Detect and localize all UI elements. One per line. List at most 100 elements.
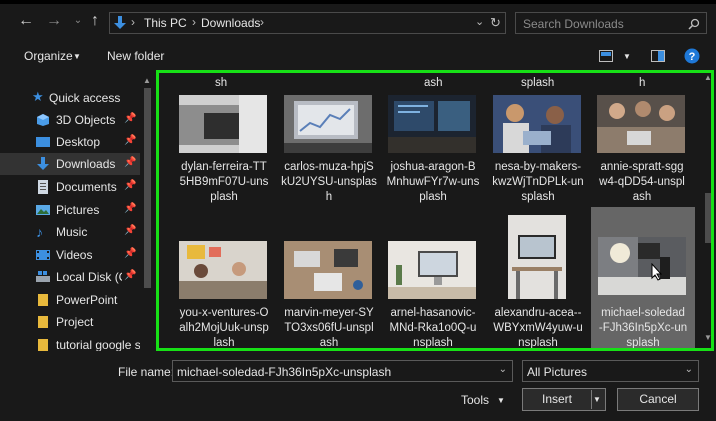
file-name-input[interactable]: michael-soledad-FJh36In5pXc-unsplash ⌄	[172, 360, 513, 382]
thumbnail	[493, 95, 581, 153]
file-item-selected[interactable]: michael-soledad -FJh36In5pXc-un splash	[591, 207, 695, 348]
star-icon: ★	[32, 89, 44, 104]
breadcrumb-downloads[interactable]: Downloads	[201, 16, 260, 30]
file-item[interactable]: alexandru-acea-- WBYxmW4yuw-u nsplash	[486, 215, 590, 348]
new-folder-button[interactable]: New folder	[107, 49, 164, 63]
sidebar-item-powerpoint[interactable]: PowerPoint	[0, 289, 140, 311]
address-bar[interactable]: › This PC › Downloads › ⌄ ↻	[109, 12, 506, 34]
file-name: joshua-aragon-B MnhuwFYr7w-uns plash	[386, 161, 480, 203]
file-name: nesa-by-makers-kwzWjTnDPLk-un splash	[492, 161, 584, 203]
navigation-bar: ← → ⌄ ↑ › This PC › Downloads › ⌄ ↻ Sear…	[0, 0, 716, 42]
file-name: alexandru-acea-- WBYxmW4yuw-u nsplash	[493, 307, 583, 349]
sidebar-item-3d-objects[interactable]: 3D Objects 📌	[0, 109, 140, 131]
sidebar-item-pictures[interactable]: Pictures 📌	[0, 199, 140, 221]
pin-icon: 📌	[124, 157, 137, 168]
thumbnail	[179, 95, 267, 153]
chevron-down-icon[interactable]: ⌄	[499, 364, 507, 375]
search-icon	[688, 18, 700, 30]
folder-icon	[38, 316, 48, 328]
pin-icon: 📌	[124, 203, 137, 214]
file-item[interactable]: marvin-meyer-SY TO3xs06fU-unspl ash	[277, 215, 381, 348]
desktop-icon	[36, 137, 50, 147]
search-input[interactable]: Search Downloads	[523, 17, 624, 31]
breadcrumb-separator: ›	[192, 15, 196, 29]
pin-icon: 📌	[124, 225, 137, 236]
address-dropdown-icon[interactable]: ⌄	[475, 15, 484, 28]
sidebar-item-documents[interactable]: Documents 📌	[0, 176, 140, 198]
file-item[interactable]: annie-spratt-sgg w4-qDD54-unspl ash	[590, 95, 694, 203]
thumbnail	[508, 215, 566, 299]
file-item[interactable]: arnel-hasanovic- MNd-Rka1o0Q-u nsplash	[381, 215, 485, 348]
file-name: arnel-hasanovic- MNd-Rka1o0Q-u nsplash	[389, 307, 477, 349]
scroll-up-icon[interactable]: ▲	[143, 76, 151, 85]
thumbnail	[284, 241, 372, 299]
organize-dropdown-icon[interactable]: ▼	[73, 52, 81, 61]
file-name: annie-spratt-sgg w4-qDD54-unspl ash	[599, 161, 685, 203]
pin-icon: 📌	[124, 248, 137, 259]
forward-arrow-icon[interactable]: →	[45, 12, 63, 30]
organize-button[interactable]: Organize	[24, 49, 73, 63]
music-icon: ♪	[36, 224, 43, 240]
mouse-cursor-icon	[651, 263, 663, 281]
sidebar-item-videos[interactable]: Videos 📌	[0, 244, 140, 266]
sidebar-item-label: tutorial google s	[56, 338, 140, 352]
navigation-pane: ★ Quick access 3D Objects 📌 Desktop 📌 Do…	[0, 70, 152, 352]
sidebar-item-project[interactable]: Project	[0, 311, 140, 333]
preview-pane-icon[interactable]	[651, 50, 665, 62]
sidebar-scroll-thumb[interactable]	[144, 88, 151, 288]
file-name: dylan-ferreira-TT 5HB9mF07U-uns plash	[179, 161, 269, 203]
cancel-button[interactable]: Cancel	[617, 388, 699, 411]
pin-icon: 📌	[124, 270, 137, 281]
sidebar-item-downloads[interactable]: Downloads 📌	[0, 153, 140, 175]
file-list-view[interactable]: sh ash splash h dylan-ferreira-TT 5HB9mF0…	[156, 70, 714, 351]
command-bar: Organize ▼ New folder ▼ ?	[0, 42, 716, 70]
insert-button[interactable]: Insert ▼	[522, 388, 606, 411]
search-box[interactable]: Search Downloads	[515, 12, 707, 34]
file-name: carlos-muza-hpjS kU2UYSU-unsplas h	[281, 161, 377, 203]
document-icon	[38, 180, 48, 194]
insert-dropdown-icon[interactable]: ▼	[593, 389, 601, 410]
back-arrow-icon[interactable]: ←	[17, 12, 35, 30]
sidebar-item-music[interactable]: ♪ Music 📌	[0, 221, 140, 243]
file-item[interactable]: dylan-ferreira-TT 5HB9mF07U-uns plash	[172, 95, 276, 203]
breadcrumb-this-pc[interactable]: This PC	[144, 16, 187, 30]
thumbnail	[388, 241, 476, 299]
split-divider	[591, 390, 592, 409]
help-icon[interactable]: ?	[684, 48, 700, 64]
folder-icon	[38, 339, 48, 351]
sidebar-item-label: Quick access	[49, 91, 121, 105]
recent-locations-chevron-icon[interactable]: ⌄	[69, 12, 87, 30]
thumbnail	[179, 241, 267, 299]
svg-text:?: ?	[689, 51, 696, 63]
file-name: you-x-ventures-O alh2MojUuk-unsp lash	[179, 307, 269, 349]
content-scroll-thumb[interactable]	[705, 193, 711, 243]
sidebar-item-label: PowerPoint	[56, 293, 118, 307]
tools-button[interactable]: Tools	[461, 393, 489, 407]
file-item[interactable]: joshua-aragon-B MnhuwFYr7w-uns plash	[381, 95, 485, 203]
sidebar-item-label: Project	[56, 315, 94, 329]
content-scrollbar[interactable]: ▲ ▼	[703, 73, 711, 348]
download-icon	[114, 16, 126, 29]
file-item[interactable]: nesa-by-makers-kwzWjTnDPLk-un splash	[486, 95, 590, 203]
sidebar-scrollbar[interactable]: ▲	[143, 76, 152, 346]
scroll-up-icon[interactable]: ▲	[704, 73, 711, 82]
pin-icon: 📌	[124, 135, 137, 146]
file-type-select[interactable]: All Pictures ⌄	[522, 360, 699, 382]
sidebar-item-quick-access[interactable]: ★ Quick access	[0, 87, 140, 109]
view-dropdown-icon[interactable]: ▼	[623, 52, 631, 61]
sidebar-item-desktop[interactable]: Desktop 📌	[0, 131, 140, 153]
file-label-partial: splash	[521, 77, 555, 89]
file-name-value: michael-soledad-FJh36In5pXc-unsplash	[177, 365, 392, 379]
sidebar-item-local-disk[interactable]: Local Disk (C: 📌	[0, 266, 140, 288]
sidebar-item-label: Local Disk (C:	[56, 270, 122, 284]
refresh-icon[interactable]: ↻	[490, 15, 501, 31]
dialog-footer: File name: michael-soledad-FJh36In5pXc-u…	[0, 351, 716, 421]
view-options-icon[interactable]	[599, 50, 613, 62]
up-arrow-icon[interactable]: ↑	[86, 12, 104, 30]
chevron-down-icon[interactable]: ⌄	[685, 364, 693, 375]
scroll-down-icon[interactable]: ▼	[704, 333, 711, 342]
tools-dropdown-icon[interactable]: ▼	[497, 396, 505, 405]
file-item[interactable]: you-x-ventures-O alh2MojUuk-unsp lash	[172, 215, 276, 348]
file-item[interactable]: carlos-muza-hpjS kU2UYSU-unsplas h	[277, 95, 381, 203]
cube-icon	[37, 114, 49, 126]
